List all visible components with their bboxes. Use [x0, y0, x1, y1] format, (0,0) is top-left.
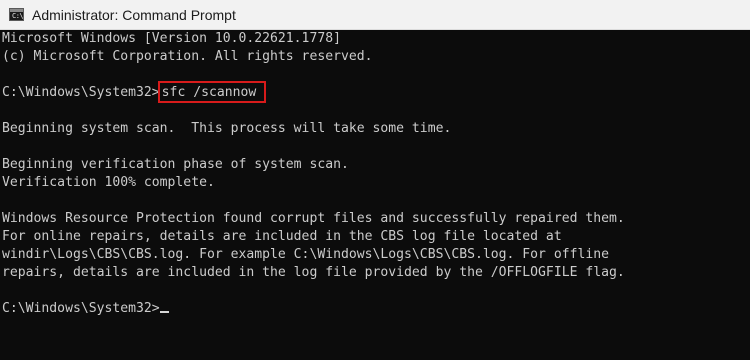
console-line: windir\Logs\CBS\CBS.log. For example C:\… [2, 247, 609, 262]
command-line: C:\Windows\System32> sfc /scannow [2, 81, 748, 103]
cmd-icon: C:\ [9, 8, 24, 21]
window-title: Administrator: Command Prompt [32, 7, 236, 23]
console-line: Beginning verification phase of system s… [2, 157, 349, 172]
prompt-path: C:\Windows\System32> [2, 85, 160, 100]
console-line: Verification 100% complete. [2, 175, 215, 190]
console-line: repairs, details are included in the log… [2, 265, 625, 280]
console-line: Microsoft Windows [Version 10.0.22621.17… [2, 31, 341, 46]
highlighted-command: sfc /scannow [157, 81, 267, 103]
prompt-path: C:\Windows\System32> [2, 301, 160, 316]
console-line: Beginning system scan. This process will… [2, 121, 452, 136]
console-line: For online repairs, details are included… [2, 229, 562, 244]
title-bar[interactable]: C:\ Administrator: Command Prompt [0, 0, 750, 30]
command-text: sfc /scannow [161, 85, 257, 100]
active-prompt-line[interactable]: C:\Windows\System32> [2, 300, 748, 318]
console-output[interactable]: Microsoft Windows [Version 10.0.22621.17… [2, 30, 748, 360]
console-line: (c) Microsoft Corporation. All rights re… [2, 49, 373, 64]
text-cursor [159, 311, 169, 313]
cmd-icon-glyph: C:\ [12, 12, 24, 20]
command-prompt-window: C:\ Administrator: Command Prompt Micros… [0, 0, 750, 360]
console-line: Windows Resource Protection found corrup… [2, 211, 625, 226]
